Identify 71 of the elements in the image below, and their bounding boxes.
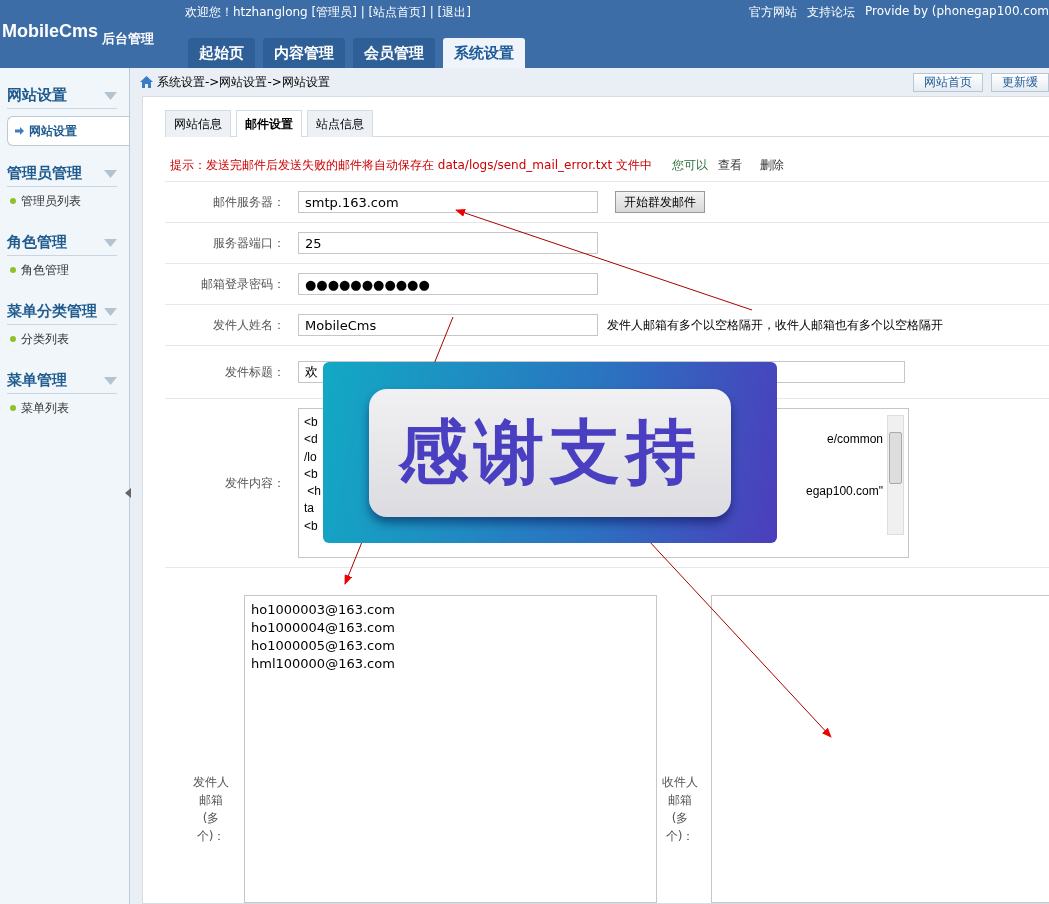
sidebar-group-title[interactable]: 网站设置 [7,86,67,105]
notice-link[interactable]: 删除 [760,156,785,174]
bullet-icon [10,267,16,273]
input-field[interactable]: ●●●●●●●●●●● [298,273,598,295]
sender-textarea[interactable]: ho1000003@163.com ho1000004@163.com ho1000005@163.com hml100000@163.com [244,595,657,903]
welcome-text: 欢迎您！htzhanglong [管理员] | [站点首页] | [退出] [185,4,471,21]
input-field[interactable]: smtp.163.com [298,191,598,213]
field-label: 发件内容： [224,474,285,492]
email-text: ho1000004@163.com [251,619,396,637]
code-text: <b [304,414,318,431]
email-text: ho1000003@163.com [251,601,396,619]
sidebar-group-title[interactable]: 角色管理 [7,233,67,252]
breadcrumb: 系统设置->网站设置->网站设置 [140,73,330,91]
field-label: 发件标题： [224,363,285,381]
caret-icon [104,307,117,316]
code-text: e/common [826,431,883,449]
sidebar-item[interactable]: 菜单列表 [10,394,129,422]
send-button[interactable]: 开始群发邮件 [615,191,705,213]
scrollbar[interactable] [887,415,904,535]
field-label: 邮箱登录密码： [200,275,285,293]
toolbar-button[interactable]: 更新缓 [991,72,1049,92]
caret-icon [104,376,117,385]
field-label: 发件人邮箱(多个)： [193,774,229,845]
nav-tab[interactable]: 内容管理 [263,38,345,68]
banner-text: 感谢支持 [398,409,702,495]
code-text: <b [304,517,318,535]
input-field[interactable]: 25 [298,232,598,254]
settings-tab[interactable]: 邮件设置 [236,110,302,137]
home-icon [140,76,153,88]
logo-subtitle: 后台管理 [102,30,154,48]
sidebar-group-title[interactable]: 菜单分类管理 [7,302,97,321]
bullet-icon [10,405,16,411]
caret-icon [104,238,117,247]
input-field[interactable]: MobileCms [298,314,598,336]
toolbar-button[interactable]: 网站首页 [913,72,983,92]
notice-link[interactable]: 查看 [718,156,743,174]
field-label: 收件人邮箱(多个)： [662,774,698,845]
sidebar-item[interactable]: 分类列表 [10,325,129,353]
nav-tab[interactable]: 起始页 [188,38,255,68]
code-text: /lo [304,448,317,466]
code-text: <b [304,465,318,483]
bullet-icon [10,198,16,204]
code-text: ta [304,500,314,518]
notice-prompt: 您可以 [672,156,709,174]
nav-tab[interactable]: 会员管理 [353,38,435,68]
sidebar-item[interactable]: 角色管理 [10,256,129,284]
sidebar-group-title[interactable]: 管理员管理 [7,164,82,183]
field-label: 发件人姓名： [212,316,285,334]
email-text: ho1000005@163.com [251,637,396,655]
sidebar-group-title[interactable]: 菜单管理 [7,371,67,390]
arrow-icon [15,127,24,135]
sidebar-item[interactable]: 管理员列表 [10,187,129,215]
code-text: egap100.com" [806,483,883,501]
bullet-icon [10,336,16,342]
hint-text: 发件人邮箱有多个以空格隔开，收件人邮箱也有多个以空格隔开 [607,316,943,334]
header-link[interactable]: 支持论坛 [807,4,855,21]
code-text: <d [304,431,318,449]
logo: MobileCms [2,21,98,42]
header-link[interactable]: Provide by (phonegap100.com [865,4,1049,21]
nav-tab[interactable]: 系统设置 [443,38,525,68]
code-text: <h [306,483,321,501]
field-label: 服务器端口： [212,234,285,252]
settings-tab[interactable]: 网站信息 [165,110,231,137]
caret-icon [104,91,117,100]
sidebar-item[interactable]: 网站设置 [7,116,129,146]
field-label: 邮件服务器： [212,193,285,211]
caret-icon [104,169,117,178]
settings-tab[interactable]: 站点信息 [307,110,373,137]
header-link[interactable]: 官方网站 [749,4,797,21]
email-text: hml100000@163.com [251,655,396,673]
notice-text: 提示：发送完邮件后发送失败的邮件将自动保存在 data/logs/send_mail_error.txt 文件中 [170,156,653,174]
